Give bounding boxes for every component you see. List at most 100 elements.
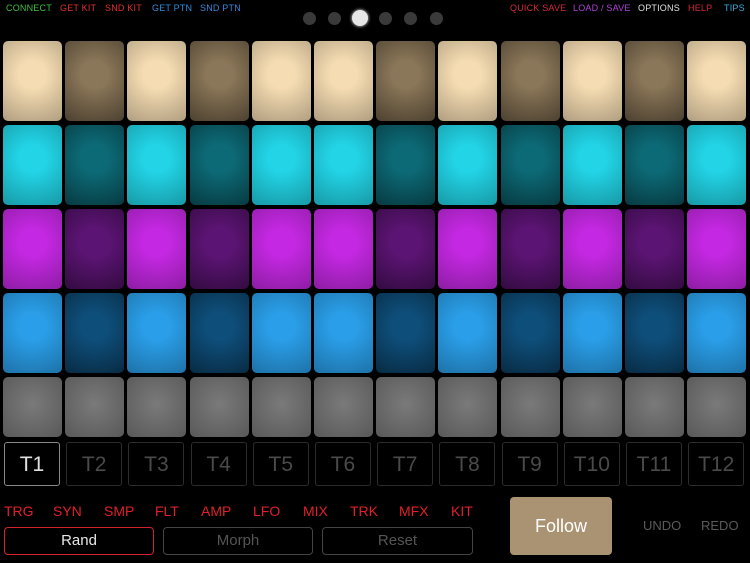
step-pad-tan[interactable] xyxy=(314,41,373,121)
step-pad-cyan[interactable] xyxy=(65,125,125,205)
step-pad-tan[interactable] xyxy=(625,41,684,121)
top-link-connect[interactable]: CONNECT xyxy=(6,3,52,13)
step-pad-magenta[interactable] xyxy=(438,209,498,289)
step-pad-magenta[interactable] xyxy=(65,209,125,289)
step-pad-cyan[interactable] xyxy=(562,125,622,205)
step-pad-tan[interactable] xyxy=(376,41,436,121)
track-button-t8[interactable]: T8 xyxy=(439,442,496,486)
step-pad-gray[interactable] xyxy=(3,377,62,437)
step-pad-magenta[interactable] xyxy=(189,209,249,289)
step-pad-gray[interactable] xyxy=(251,377,311,437)
step-pad-gray[interactable] xyxy=(189,377,249,437)
page-dot[interactable] xyxy=(430,12,443,25)
step-pad-blue[interactable] xyxy=(3,293,62,373)
step-pad-blue[interactable] xyxy=(625,293,684,373)
step-pad-cyan[interactable] xyxy=(687,125,747,205)
step-pad-blue[interactable] xyxy=(438,293,498,373)
step-pad-gray[interactable] xyxy=(687,377,747,437)
step-pad-cyan[interactable] xyxy=(3,125,62,205)
menu-item-smp[interactable]: SMP xyxy=(104,503,134,519)
step-pad-magenta[interactable] xyxy=(314,209,373,289)
step-pad-magenta[interactable] xyxy=(3,209,62,289)
step-pad-tan[interactable] xyxy=(500,41,560,121)
step-pad-cyan[interactable] xyxy=(376,125,436,205)
step-pad-cyan[interactable] xyxy=(625,125,684,205)
step-pad-cyan[interactable] xyxy=(500,125,560,205)
track-button-t2[interactable]: T2 xyxy=(66,442,123,486)
step-pad-cyan[interactable] xyxy=(251,125,311,205)
menu-item-syn[interactable]: SYN xyxy=(53,503,82,519)
step-pad-magenta[interactable] xyxy=(625,209,684,289)
menu-item-mfx[interactable]: MFX xyxy=(399,503,429,519)
menu-item-trk[interactable]: TRK xyxy=(350,503,378,519)
step-pad-tan[interactable] xyxy=(251,41,311,121)
menu-item-mix[interactable]: MIX xyxy=(303,503,328,519)
step-pad-tan[interactable] xyxy=(65,41,125,121)
track-button-t12[interactable]: T12 xyxy=(688,442,745,486)
step-pad-gray[interactable] xyxy=(562,377,622,437)
step-pad-magenta[interactable] xyxy=(251,209,311,289)
page-dot[interactable] xyxy=(328,12,341,25)
step-pad-magenta[interactable] xyxy=(500,209,560,289)
step-pad-tan[interactable] xyxy=(189,41,249,121)
rand-button[interactable]: Rand xyxy=(4,527,154,555)
step-pad-gray[interactable] xyxy=(376,377,436,437)
follow-button[interactable]: Follow xyxy=(510,497,612,555)
step-pad-magenta[interactable] xyxy=(127,209,187,289)
menu-item-lfo[interactable]: LFO xyxy=(253,503,280,519)
step-pad-blue[interactable] xyxy=(687,293,747,373)
step-pad-gray[interactable] xyxy=(127,377,187,437)
step-pad-tan[interactable] xyxy=(438,41,498,121)
page-dot[interactable] xyxy=(303,12,316,25)
step-pad-cyan[interactable] xyxy=(189,125,249,205)
menu-item-amp[interactable]: AMP xyxy=(201,503,231,519)
step-pad-cyan[interactable] xyxy=(438,125,498,205)
morph-button[interactable]: Morph xyxy=(163,527,313,555)
track-button-t10[interactable]: T10 xyxy=(563,442,620,486)
top-link-options[interactable]: OPTIONS xyxy=(638,3,680,13)
step-pad-cyan[interactable] xyxy=(127,125,187,205)
top-link-tips[interactable]: TIPS xyxy=(724,3,745,13)
step-pad-magenta[interactable] xyxy=(687,209,747,289)
step-pad-cyan[interactable] xyxy=(314,125,373,205)
step-pad-gray[interactable] xyxy=(438,377,498,437)
step-pad-tan[interactable] xyxy=(687,41,747,121)
track-button-t1[interactable]: T1 xyxy=(4,442,60,486)
step-pad-blue[interactable] xyxy=(376,293,436,373)
menu-item-kit[interactable]: KIT xyxy=(451,503,473,519)
step-pad-magenta[interactable] xyxy=(562,209,622,289)
track-button-t3[interactable]: T3 xyxy=(128,442,185,486)
step-pad-blue[interactable] xyxy=(314,293,373,373)
step-pad-blue[interactable] xyxy=(500,293,560,373)
step-pad-tan[interactable] xyxy=(562,41,622,121)
step-pad-gray[interactable] xyxy=(500,377,560,437)
step-pad-magenta[interactable] xyxy=(376,209,436,289)
step-pad-tan[interactable] xyxy=(3,41,62,121)
step-pad-gray[interactable] xyxy=(314,377,373,437)
undo-button[interactable]: UNDO xyxy=(643,518,681,533)
top-link-quick-save[interactable]: QUICK SAVE xyxy=(510,3,566,13)
redo-button[interactable]: REDO xyxy=(701,518,739,533)
track-button-t11[interactable]: T11 xyxy=(626,442,682,486)
step-pad-gray[interactable] xyxy=(65,377,125,437)
track-button-t6[interactable]: T6 xyxy=(315,442,371,486)
track-button-t7[interactable]: T7 xyxy=(377,442,434,486)
reset-button[interactable]: Reset xyxy=(322,527,473,555)
page-dot[interactable] xyxy=(379,12,392,25)
top-link-load-save[interactable]: LOAD / SAVE xyxy=(573,3,631,13)
menu-item-trg[interactable]: TRG xyxy=(4,503,34,519)
step-pad-blue[interactable] xyxy=(251,293,311,373)
top-link-snd-ptn[interactable]: SND PTN xyxy=(200,3,241,13)
track-button-t5[interactable]: T5 xyxy=(252,442,309,486)
step-pad-blue[interactable] xyxy=(65,293,125,373)
step-pad-blue[interactable] xyxy=(127,293,187,373)
top-link-snd-kit[interactable]: SND KIT xyxy=(105,3,142,13)
page-dot[interactable] xyxy=(404,12,417,25)
step-pad-blue[interactable] xyxy=(562,293,622,373)
step-pad-tan[interactable] xyxy=(127,41,187,121)
track-button-t9[interactable]: T9 xyxy=(501,442,558,486)
track-button-t4[interactable]: T4 xyxy=(190,442,247,486)
top-link-get-ptn[interactable]: GET PTN xyxy=(152,3,192,13)
top-link-get-kit[interactable]: GET KIT xyxy=(60,3,96,13)
page-dot[interactable] xyxy=(352,10,368,26)
